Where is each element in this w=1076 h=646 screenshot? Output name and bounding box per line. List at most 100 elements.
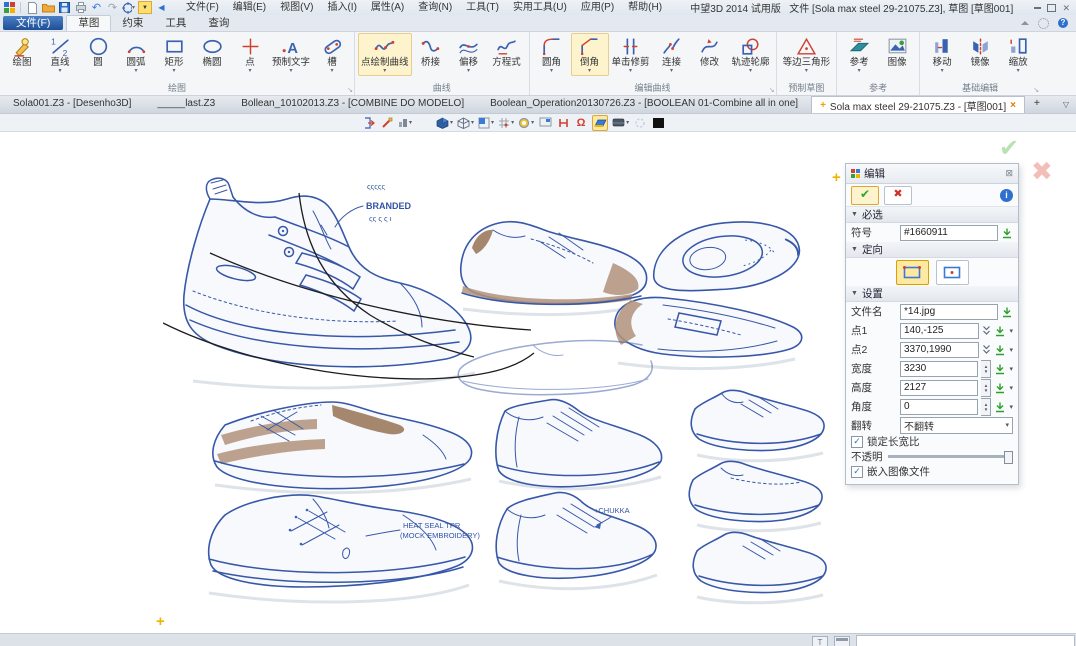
fillet-button[interactable]: 圆角▾ xyxy=(533,33,571,76)
pin-icon[interactable]: + xyxy=(820,100,826,111)
scale-button[interactable]: 缩放▾ xyxy=(999,33,1037,76)
expand-chevrons-icon[interactable] xyxy=(982,344,991,355)
grid-toggle-icon[interactable]: ▾ xyxy=(498,116,514,130)
line-button[interactable]: 12 直线▾ xyxy=(41,33,79,76)
reference-button[interactable]: 参考▾ xyxy=(840,33,878,76)
dialog-launcher-icon[interactable]: ↘ xyxy=(347,87,353,94)
color-swatch-icon[interactable] xyxy=(651,116,665,130)
menu-applications[interactable]: 应用(P) xyxy=(574,0,621,15)
pick-angle-icon[interactable] xyxy=(994,401,1006,413)
eraser-icon[interactable] xyxy=(380,116,394,130)
status-input[interactable] xyxy=(856,635,1075,646)
curve-by-points-button[interactable]: 点绘制曲线▾ xyxy=(358,33,412,76)
info-button[interactable]: i xyxy=(1000,189,1013,202)
panel-close-icon[interactable]: ⊠ xyxy=(1005,168,1013,179)
image-button[interactable]: 图像 xyxy=(878,33,916,70)
width-spinner[interactable]: ▲▼ xyxy=(981,360,991,378)
height-options-icon[interactable]: ▾ xyxy=(1009,384,1013,392)
point-button[interactable]: 点▾ xyxy=(231,33,269,76)
filename-input[interactable] xyxy=(900,304,998,320)
help-icon[interactable]: ? xyxy=(1058,18,1068,28)
angle-input[interactable] xyxy=(900,399,978,415)
redo-icon[interactable]: ↷ xyxy=(106,2,119,13)
flip-select[interactable]: 不翻转▾ xyxy=(900,417,1013,434)
opacity-slider-handle[interactable] xyxy=(1004,451,1013,464)
menu-file[interactable]: 文件(F) xyxy=(179,0,226,15)
settings-gear-icon[interactable] xyxy=(1038,18,1049,29)
pick-point1-icon[interactable] xyxy=(994,325,1006,337)
angle-options-icon[interactable]: ▾ xyxy=(1009,403,1013,411)
background-color-icon[interactable]: ▾ xyxy=(612,116,629,130)
exit-sketch-icon[interactable] xyxy=(362,116,376,130)
symbol-input[interactable] xyxy=(900,225,998,241)
file-menu-button[interactable]: 文件(F) xyxy=(3,16,63,30)
menu-insert[interactable]: 插入(I) xyxy=(320,0,363,15)
section-settings[interactable]: ▼设置 xyxy=(846,286,1018,302)
pick-point2-icon[interactable] xyxy=(994,344,1006,356)
menu-view[interactable]: 视图(V) xyxy=(273,0,320,15)
cancel-ghost-icon[interactable]: ✖ xyxy=(1031,156,1053,187)
point1-input[interactable] xyxy=(900,323,979,339)
minimize-button[interactable] xyxy=(1034,7,1041,9)
expand-chevrons-icon[interactable] xyxy=(982,325,991,336)
move-button[interactable]: 移动▾ xyxy=(923,33,961,76)
shaded-view-icon[interactable]: ▾ xyxy=(436,116,453,130)
tab-tools[interactable]: 工具 xyxy=(154,16,197,31)
trace-profile-button[interactable]: 轨迹轮廓▾ xyxy=(729,33,773,76)
orientation-corners-button[interactable] xyxy=(896,260,929,285)
doc-tab-1[interactable]: Sola001.Z3 - [Desenho3D] xyxy=(0,96,144,113)
tab-overflow-icon[interactable]: ▽ xyxy=(1063,96,1076,113)
chamfer-button[interactable]: 倒角▾ xyxy=(571,33,609,76)
wireframe-view-icon[interactable]: ▾ xyxy=(457,116,474,130)
point2-input[interactable] xyxy=(900,342,979,358)
ready-text-button[interactable]: A 预制文字▾ xyxy=(269,33,313,76)
embed-checkbox[interactable]: ✓ xyxy=(851,466,863,478)
angle-spinner[interactable]: ▲▼ xyxy=(981,398,991,416)
offset-button[interactable]: 偏移▾ xyxy=(450,33,488,76)
pick-file-icon[interactable] xyxy=(1001,306,1013,318)
new-file-icon[interactable] xyxy=(26,2,39,13)
h-constraint-icon[interactable] xyxy=(556,116,570,130)
draw-button[interactable]: 绘图 xyxy=(3,33,41,70)
doc-tab-3[interactable]: Bollean_10102013.Z3 - [COMBINE DO MODELO… xyxy=(228,96,477,113)
pick-height-icon[interactable] xyxy=(994,382,1006,394)
pick-width-icon[interactable] xyxy=(994,363,1006,375)
section-orientation[interactable]: ▼定向 xyxy=(846,242,1018,258)
menu-utilities[interactable]: 实用工具(U) xyxy=(506,0,574,15)
circle-button[interactable]: 圆 xyxy=(79,33,117,70)
rectangle-button[interactable]: 矩形▾ xyxy=(155,33,193,76)
ok-button[interactable]: ✔ xyxy=(851,186,879,205)
bridge-button[interactable]: 桥接 xyxy=(412,33,450,70)
mirror-button[interactable]: 镜像 xyxy=(961,33,999,70)
slot-button[interactable]: 槽▾ xyxy=(313,33,351,76)
width-options-icon[interactable]: ▾ xyxy=(1009,365,1013,373)
status-text-mode-icon[interactable]: T xyxy=(812,636,828,646)
undo-icon[interactable]: ↶ xyxy=(90,2,103,13)
height-input[interactable] xyxy=(900,380,978,396)
menu-help[interactable]: 帮助(H) xyxy=(621,0,669,15)
width-input[interactable] xyxy=(900,361,978,377)
status-window-icon[interactable] xyxy=(834,636,850,646)
cancel-button[interactable]: ✖ xyxy=(884,186,912,205)
omega-constraint-icon[interactable]: Ω xyxy=(574,116,588,130)
new-tab-button[interactable]: + xyxy=(1025,96,1049,113)
equilateral-triangle-button[interactable]: 等边三角形▾ xyxy=(780,33,834,76)
tab-sketch[interactable]: 草图 xyxy=(66,15,111,31)
point2-options-icon[interactable]: ▾ xyxy=(1009,346,1013,354)
anchor-point-2[interactable]: + xyxy=(156,616,165,628)
active-command-dropdown-icon[interactable]: ▼ xyxy=(138,1,152,14)
print-icon[interactable] xyxy=(74,2,87,13)
dimension-type-icon[interactable]: ▾ xyxy=(398,116,412,130)
modify-button[interactable]: 修改 xyxy=(691,33,729,70)
arc-button[interactable]: 圆弧▾ xyxy=(117,33,155,76)
menu-tools[interactable]: 工具(T) xyxy=(459,0,506,15)
anchor-point-1[interactable]: + xyxy=(832,172,841,184)
section-view-icon[interactable]: ▾ xyxy=(478,116,494,130)
pick-symbol-icon[interactable] xyxy=(1001,227,1013,239)
close-button[interactable]: ✕ xyxy=(1062,3,1070,13)
orientation-center-button[interactable] xyxy=(936,260,969,285)
open-file-icon[interactable] xyxy=(42,2,55,13)
tab-constraint[interactable]: 约束 xyxy=(111,16,154,31)
ring-display-icon[interactable]: ▾ xyxy=(518,116,534,130)
menu-attributes[interactable]: 属性(A) xyxy=(364,0,411,15)
